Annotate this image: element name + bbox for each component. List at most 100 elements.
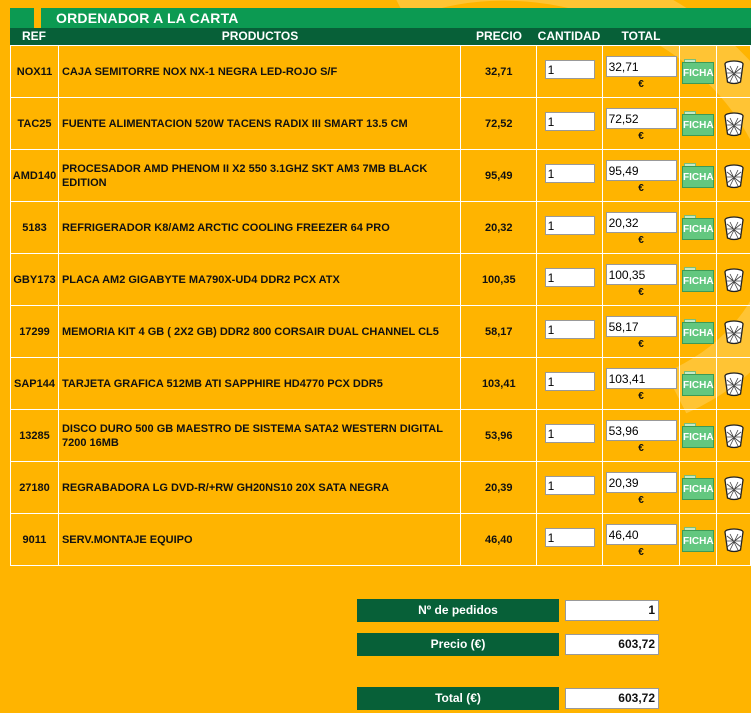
ficha-icon[interactable]: FICHA	[682, 110, 715, 137]
row-ref: 13285	[10, 409, 59, 462]
row-product-cell: DISCO DURO 500 GB MAESTRO DE SISTEMA SAT…	[57, 409, 462, 462]
trash-icon[interactable]	[723, 371, 745, 397]
row-ficha-cell: FICHA	[679, 409, 718, 462]
row-ficha-cell: FICHA	[679, 357, 718, 410]
trash-icon[interactable]	[723, 163, 745, 189]
row-quantity-cell	[536, 149, 604, 202]
row-ref: 27180	[10, 461, 59, 514]
row-ficha-cell: FICHA	[679, 45, 718, 98]
table-row: GBY173 PLACA AM2 GIGABYTE MA790X-UD4 DDR2…	[10, 253, 751, 306]
table-row: TAC25 FUENTE ALIMENTACION 520W TACENS RAD…	[10, 97, 751, 150]
title-bar: ORDENADOR A LA CARTA	[10, 8, 751, 28]
currency-symbol: €	[638, 235, 644, 246]
num-pedidos-label: Nº de pedidos	[357, 599, 559, 622]
table-row: 9011SERV.MONTAJE EQUIPO 46,40 € FICHA	[10, 513, 751, 566]
quantity-input[interactable]	[544, 60, 595, 79]
quantity-input[interactable]	[544, 268, 595, 287]
row-total-cell: €	[602, 357, 681, 410]
quantity-input[interactable]	[544, 112, 595, 131]
ficha-label: FICHA	[682, 477, 715, 500]
row-product: SERV.MONTAJE EQUIPO	[61, 533, 193, 546]
row-ref: 5183	[10, 201, 59, 254]
row-price: 95,49	[460, 149, 538, 202]
row-product: MEMORIA KIT 4 GB ( 2X2 GB) DDR2 800 CORS…	[61, 325, 439, 338]
row-ref: 9011	[10, 513, 59, 566]
ficha-icon[interactable]: FICHA	[682, 370, 715, 397]
quantity-input[interactable]	[544, 164, 595, 183]
trash-icon[interactable]	[723, 111, 745, 137]
trash-icon[interactable]	[723, 215, 745, 241]
precio-label: Precio (€)	[357, 633, 559, 656]
total-field	[605, 420, 677, 441]
quantity-input[interactable]	[544, 424, 595, 443]
ficha-icon[interactable]: FICHA	[682, 318, 715, 345]
row-quantity-cell	[536, 253, 604, 306]
row-ref: AMD140	[10, 149, 59, 202]
ficha-icon[interactable]: FICHA	[682, 214, 715, 241]
row-delete-cell	[716, 253, 751, 306]
trash-icon[interactable]	[723, 59, 745, 85]
header-precio: PRECIO	[475, 29, 522, 43]
row-ficha-cell: FICHA	[679, 305, 718, 358]
row-product-cell: REFRIGERADOR K8/AM2 ARCTIC COOLING FREEZ…	[57, 201, 462, 254]
row-price: 103,41	[460, 357, 538, 410]
ficha-icon[interactable]: FICHA	[682, 162, 715, 189]
total-field	[605, 108, 677, 129]
products-table: NOX11 CAJA SEMITORRE NOX NX-1 NEGRA LED-R…	[10, 45, 751, 566]
row-delete-cell	[716, 357, 751, 410]
ficha-icon[interactable]: FICHA	[682, 58, 715, 85]
row-delete-cell	[716, 149, 751, 202]
trash-icon[interactable]	[723, 319, 745, 345]
row-delete-cell	[716, 409, 751, 462]
quantity-input[interactable]	[544, 216, 595, 235]
row-price: 72,52	[460, 97, 538, 150]
row-product-cell: REGRABADORA LG DVD-R/+RW GH20NS10 20X SA…	[57, 461, 462, 514]
ficha-label: FICHA	[682, 321, 715, 344]
quantity-input[interactable]	[544, 476, 595, 495]
row-price: 58,17	[460, 305, 538, 358]
ficha-icon[interactable]: FICHA	[682, 474, 715, 501]
table-row: SAP144 TARJETA GRAFICA 512MB ATI SAPPHIRE…	[10, 357, 751, 410]
row-product: REFRIGERADOR K8/AM2 ARCTIC COOLING FREEZ…	[61, 221, 390, 234]
ficha-icon[interactable]: FICHA	[682, 422, 715, 449]
ficha-label: FICHA	[682, 113, 715, 136]
ficha-label: FICHA	[682, 165, 715, 188]
ficha-icon[interactable]: FICHA	[682, 526, 715, 553]
total-field	[605, 524, 677, 545]
row-total-cell: €	[602, 45, 681, 98]
row-ficha-cell: FICHA	[679, 253, 718, 306]
ficha-icon[interactable]: FICHA	[682, 266, 715, 293]
trash-icon[interactable]	[723, 475, 745, 501]
row-price: 100,35	[460, 253, 538, 306]
total-field	[605, 316, 677, 337]
page-title: ORDENADOR A LA CARTA	[56, 10, 239, 26]
row-total-cell: €	[602, 305, 681, 358]
trash-icon[interactable]	[723, 423, 745, 449]
total-field	[605, 160, 677, 181]
total-field	[605, 212, 677, 233]
currency-symbol: €	[638, 131, 644, 142]
quantity-input[interactable]	[544, 528, 595, 547]
row-total-cell: €	[602, 149, 681, 202]
table-row: 13285 DISCO DURO 500 GB MAESTRO DE SISTEM…	[10, 409, 751, 462]
row-quantity-cell	[536, 45, 604, 98]
row-total-cell: €	[602, 409, 681, 462]
row-quantity-cell	[536, 305, 604, 358]
header-total: TOTAL	[621, 29, 661, 43]
row-product: FUENTE ALIMENTACION 520W TACENS RADIX II…	[61, 117, 408, 130]
precio-value: 603,72	[565, 634, 659, 655]
currency-symbol: €	[638, 495, 644, 506]
header-ref: REF	[22, 29, 46, 43]
row-price: 53,96	[460, 409, 538, 462]
quantity-input[interactable]	[544, 320, 595, 339]
row-product-cell: TARJETA GRAFICA 512MB ATI SAPPHIRE HD477…	[57, 357, 462, 410]
row-ficha-cell: FICHA	[679, 461, 718, 514]
row-total-cell: €	[602, 253, 681, 306]
trash-icon[interactable]	[723, 527, 745, 553]
trash-icon[interactable]	[723, 267, 745, 293]
quantity-input[interactable]	[544, 372, 595, 391]
row-total-cell: €	[602, 461, 681, 514]
ficha-label: FICHA	[682, 269, 715, 292]
total-field	[605, 472, 677, 493]
currency-symbol: €	[638, 339, 644, 350]
